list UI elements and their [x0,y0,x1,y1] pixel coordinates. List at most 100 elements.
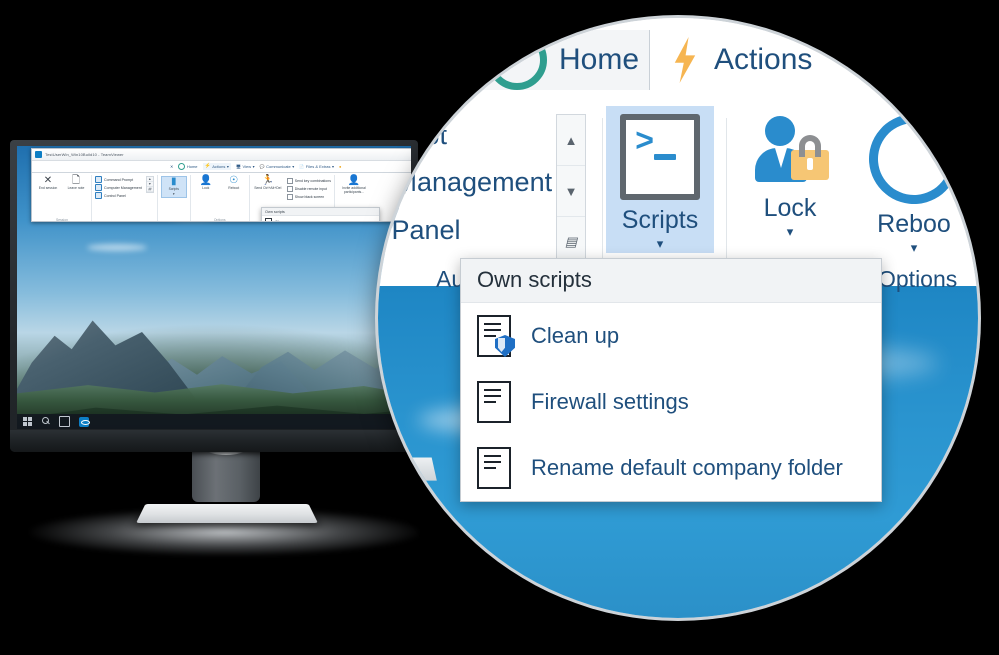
invite-participants-label: Invite additional participants... [342,186,366,194]
chevron-down-icon: ▾ [226,164,229,169]
scroll-up-button[interactable]: ▲ [557,115,585,166]
ribbon-group-scripts: ▮ Scripts ▾ [158,175,191,221]
teamviewer-logo-icon [35,151,42,158]
own-scripts-menu-small[interactable]: Own scripts Clean up Firewall settings R… [261,207,380,221]
tab-home[interactable]: Home [178,163,198,170]
menu-item-clean-up[interactable]: Clean up [262,216,379,221]
lightning-bolt-icon [674,37,696,83]
search-icon[interactable] [41,417,50,426]
checkbox-label: Send key combinations [294,179,331,183]
magnifier-lens: Home Actions rompt r Management l Panel … [378,18,978,618]
menu-item-firewall-settings[interactable]: Firewall settings [461,369,881,435]
magnified-scrollbar[interactable]: ▲ ▼ ▤ [556,114,586,268]
document-icon [477,447,511,489]
magnified-ribbon-tab-bar[interactable]: Home Actions [378,18,978,91]
ribbon-tab-bar[interactable]: ✕ Home ⚡ Actions ▾ 🖥 View ▾ 💬 Communicat… [32,161,411,173]
window-title: TestUserWin_Win10Build10 - TeamViewer [45,152,124,157]
chat-icon: 💬 [259,164,265,169]
desktop-monitor: TestUserWin_Win10Build10 - TeamViewer ✕ … [10,140,420,556]
list-item[interactable]: Command Prompt [95,176,142,183]
power-reboot-icon [850,95,978,223]
teamviewer-icon[interactable] [79,416,90,427]
group-divider [602,118,603,260]
scripts-label: Scripts [621,206,699,234]
send-ctrl-alt-del-label: Send Ctrl+Alt+Del [254,186,282,190]
list-item[interactable]: Control Panel [95,192,142,199]
list-item[interactable]: rompt [378,112,556,159]
group-label-session: Session [55,218,69,222]
reboot-button-magnified[interactable]: Reboo ▾ [850,95,978,255]
computer-management-icon [95,184,102,191]
scroll-down-button[interactable]: ▼ [557,166,585,217]
help-circle-icon[interactable]: ● [339,164,341,169]
tools-scrollbar[interactable]: ▲ ▼ ▤ [145,176,154,193]
tab-home-magnified[interactable]: Home [450,30,650,90]
end-session-button[interactable]: ✕ End session [36,176,60,191]
list-item[interactable]: r Management [378,159,556,206]
list-item-label: Command Prompt [104,177,134,182]
checkbox-show-black-screen[interactable]: Show black screen [286,194,331,200]
user-lock-icon: 👤 [199,175,212,186]
checkbox-box[interactable] [286,178,293,184]
tab-communicate[interactable]: 💬 Communicate ▾ [260,164,295,169]
menu-header: Own scripts [262,208,379,216]
end-session-label: End session [38,186,58,190]
chevron-down-icon: ▾ [786,224,794,239]
ribbon-group-options: 👤 Lock ☉ Reboot Options [191,175,250,221]
terminal-console-icon [620,114,700,200]
menu-item-rename-default-company-folder[interactable]: Rename default company folder [461,435,881,501]
terminal-console-icon: ▮ [171,176,177,187]
reboot-button[interactable]: ☉ Reboot [222,176,246,191]
tab-home-label: Home [186,164,198,169]
checkbox-box[interactable] [286,194,293,200]
scroll-expand-button[interactable]: ▤ [146,187,153,192]
list-item[interactable]: l Panel [378,207,556,254]
lock-label: Lock [763,194,817,222]
reboot-label: Reboot [228,186,240,190]
tab-close[interactable]: ✕ [170,164,173,169]
lock-button-magnified[interactable]: Lock ▾ [736,114,844,239]
scripts-button[interactable]: ▮ Scripts ▾ [160,176,187,198]
windows-start-icon[interactable] [23,417,32,426]
magnified-monitor-base-edge [378,457,437,481]
group-divider [726,118,727,260]
magnified-tools-list[interactable]: rompt r Management l Panel [378,112,556,254]
menu-item-label: Firewall settings [531,389,689,414]
checkbox-label: Disable remote input [294,187,327,191]
tab-actions[interactable]: ⚡ Actions ▾ [202,163,231,170]
tab-files-extras-label: Files & Extras [305,164,331,169]
scripts-button-magnified[interactable]: Scripts ▾ [606,106,714,253]
reboot-label: Reboo [877,210,951,238]
checkbox-box[interactable] [286,186,293,192]
checkbox-send-key-combinations[interactable]: Send key combinations [286,178,331,184]
tab-actions-label: Actions [212,164,226,169]
monitor-icon: 🖥 [235,164,241,169]
lock-button[interactable]: 👤 Lock [194,176,218,191]
chevron-down-icon: ▾ [172,191,175,196]
own-scripts-menu[interactable]: Own scripts Clean up Firewall settings R… [460,258,882,502]
tools-list[interactable]: Command Prompt Computer Management Contr… [95,176,142,199]
command-prompt-icon [95,176,102,183]
monitor-screen: TestUserWin_Win10Build10 - TeamViewer ✕ … [17,146,411,429]
leave-note-label: Leave note [67,186,85,190]
monitor-stand-neck [192,443,260,502]
document-shield-icon [265,218,272,221]
list-item[interactable]: Computer Management [95,184,142,191]
menu-item-clean-up[interactable]: Clean up [461,303,881,369]
windows-taskbar[interactable] [17,414,411,429]
task-view-icon[interactable] [59,416,70,427]
chevron-down-icon: ▾ [252,164,255,169]
checkbox-disable-remote-input[interactable]: Disable remote input [286,186,331,192]
tab-view[interactable]: 🖥 View ▾ [236,164,255,169]
scene: TestUserWin_Win10Build10 - TeamViewer ✕ … [0,0,999,655]
menu-header: Own scripts [461,259,881,303]
teamviewer-window[interactable]: TestUserWin_Win10Build10 - TeamViewer ✕ … [31,148,411,222]
tab-actions-magnified[interactable]: Actions [650,30,812,90]
tab-files-extras[interactable]: 📄 Files & Extras ▾ [299,164,334,169]
send-ctrl-alt-del-button[interactable]: 🏃 Send Ctrl+Alt+Del [253,176,283,191]
leave-note-button[interactable]: 🗋 Leave note [64,176,88,191]
monitor-chin [10,430,418,452]
invite-participants-button[interactable]: 👤 Invite additional participants... [338,176,370,195]
chevron-down-icon: ▾ [910,240,918,255]
files-icon: 📄 [299,164,305,169]
